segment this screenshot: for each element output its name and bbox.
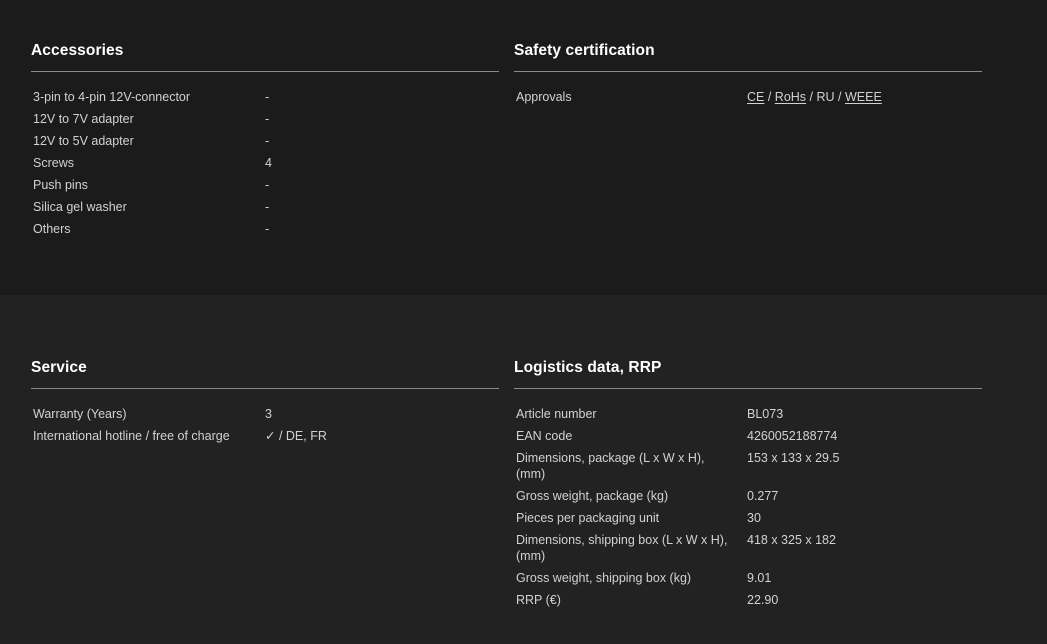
table-row: RRP (€) 22.90 <box>516 592 982 608</box>
row-label: 12V to 5V adapter <box>33 134 134 148</box>
table-row: Gross weight, shipping box (kg) 9.01 <box>516 570 982 586</box>
row-label: Approvals <box>516 90 572 104</box>
logistics-heading: Logistics data, RRP <box>514 359 662 376</box>
table-row: 12V to 7V adapter - <box>33 111 499 127</box>
row-value: 418 x 325 x 182 <box>747 533 836 547</box>
row-label: Warranty (Years) <box>33 407 127 421</box>
row-value: - <box>265 134 270 148</box>
row-value: 4 <box>265 156 272 170</box>
row-value: 22.90 <box>747 593 779 607</box>
row-label: 12V to 7V adapter <box>33 112 134 126</box>
table-row: Approvals CE / RoHs / RU / WEEE <box>516 89 982 105</box>
row-label: 3-pin to 4-pin 12V-connector <box>33 90 191 104</box>
logistics-divider <box>514 388 982 389</box>
row-label: Others <box>33 222 71 236</box>
row-label: Gross weight, shipping box (kg) <box>516 571 692 585</box>
safety-divider <box>514 71 982 72</box>
table-row: Pieces per packaging unit 30 <box>516 510 982 526</box>
row-value: ✓ / DE, FR <box>265 429 327 443</box>
row-label: EAN code <box>516 429 573 443</box>
row-value: - <box>265 90 270 104</box>
row-value: 9.01 <box>747 571 772 585</box>
row-label: Screws <box>33 156 74 170</box>
row-value: - <box>265 112 270 126</box>
row-value: 153 x 133 x 29.5 <box>747 451 840 465</box>
table-row: Screws 4 <box>33 155 499 171</box>
safety-table: Approvals CE / RoHs / RU / WEEE <box>514 89 982 105</box>
row-value: 4260052188774 <box>747 429 838 443</box>
service-section: Service Warranty (Years) 3 International… <box>31 357 499 450</box>
approval-link-weee[interactable]: WEEE <box>845 90 882 104</box>
row-value: - <box>265 222 270 236</box>
row-label: Dimensions, shipping box (L x W x H), (m… <box>516 533 728 563</box>
row-value: - <box>265 200 270 214</box>
approval-ru: RU <box>816 90 835 104</box>
accessories-heading: Accessories <box>31 42 124 59</box>
row-value: 3 <box>265 407 272 421</box>
table-row: Silica gel washer - <box>33 199 499 215</box>
approval-link-ce[interactable]: CE <box>747 90 764 104</box>
table-row: 3-pin to 4-pin 12V-connector - <box>33 89 499 105</box>
row-label: Push pins <box>33 178 88 192</box>
table-row: EAN code 4260052188774 <box>516 428 982 444</box>
logistics-table: Article number BL073 EAN code 4260052188… <box>514 406 982 608</box>
approvals-value: CE / RoHs / RU / WEEE <box>747 89 982 105</box>
approval-link-rohs[interactable]: RoHs <box>775 90 806 104</box>
table-row: Warranty (Years) 3 <box>33 406 499 422</box>
table-row: Gross weight, package (kg) 0.277 <box>516 488 982 504</box>
safety-section: Safety certification Approvals CE / RoHs… <box>514 40 982 111</box>
accessories-divider <box>31 71 499 72</box>
separator: / <box>834 90 845 104</box>
table-row: Others - <box>33 221 499 237</box>
row-value: BL073 <box>747 407 784 421</box>
safety-heading: Safety certification <box>514 42 655 59</box>
separator: / <box>806 90 817 104</box>
row-label: Gross weight, package (kg) <box>516 489 669 503</box>
accessories-section: Accessories 3-pin to 4-pin 12V-connector… <box>31 40 499 243</box>
table-row: International hotline / free of charge ✓… <box>33 428 499 444</box>
separator: / <box>764 90 775 104</box>
accessories-table: 3-pin to 4-pin 12V-connector - 12V to 7V… <box>31 89 499 237</box>
row-label: Dimensions, package (L x W x H), (mm) <box>516 451 705 481</box>
service-table: Warranty (Years) 3 International hotline… <box>31 406 499 444</box>
row-label: Silica gel washer <box>33 200 127 214</box>
row-value: 30 <box>747 511 761 525</box>
table-row: 12V to 5V adapter - <box>33 133 499 149</box>
table-row: Article number BL073 <box>516 406 982 422</box>
service-divider <box>31 388 499 389</box>
table-row: Dimensions, shipping box (L x W x H), (m… <box>516 532 982 564</box>
table-row: Push pins - <box>33 177 499 193</box>
row-value: - <box>265 178 270 192</box>
row-label: Pieces per packaging unit <box>516 511 660 525</box>
row-label: Article number <box>516 407 597 421</box>
row-value: 0.277 <box>747 489 779 503</box>
service-heading: Service <box>31 359 87 376</box>
table-row: Dimensions, package (L x W x H), (mm) 15… <box>516 450 982 482</box>
logistics-section: Logistics data, RRP Article number BL073… <box>514 357 982 614</box>
row-label: RRP (€) <box>516 593 561 607</box>
row-label: International hotline / free of charge <box>33 429 230 443</box>
